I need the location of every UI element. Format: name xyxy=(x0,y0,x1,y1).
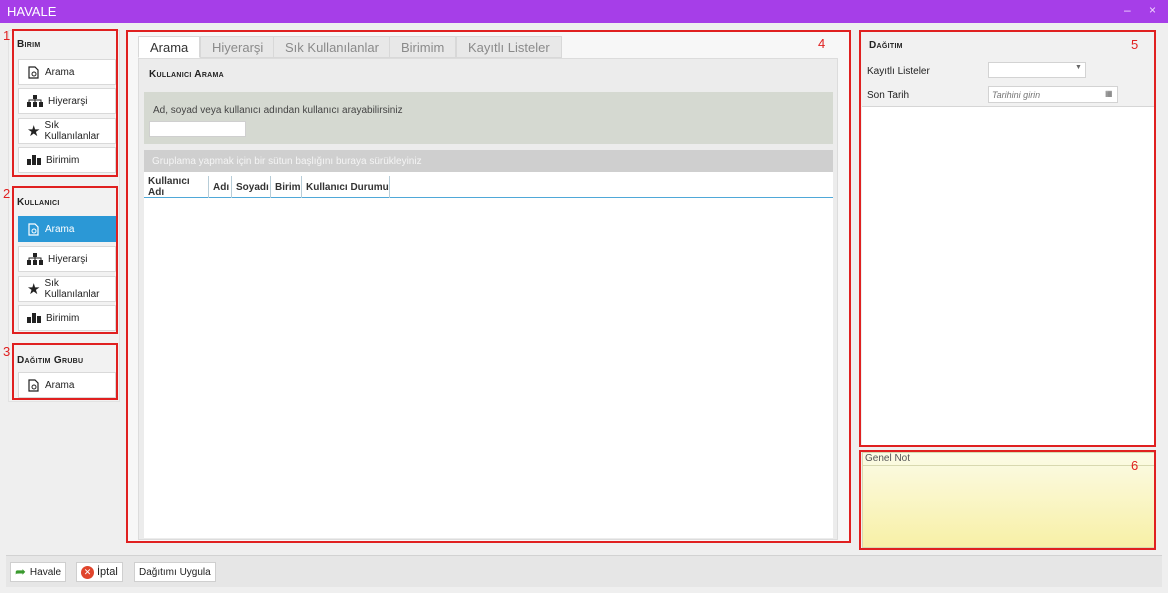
birim-hiyerarsi-label: Hiyerarşi xyxy=(48,95,88,107)
cancel-icon: ✕ xyxy=(81,565,94,579)
kullanici-sik-button[interactable]: ★ Sık Kullanılanlar xyxy=(18,276,116,302)
birim-sik-label: Sık Kullanılanlar xyxy=(44,120,100,142)
annotation-number-5: 5 xyxy=(1131,37,1139,52)
iptal-label: İptal xyxy=(97,566,118,578)
window-title: HAVALE xyxy=(7,4,57,19)
dagitimi-uygula-button[interactable]: Dağıtımı Uygula xyxy=(134,562,216,582)
birim-birimim-label: Birimim xyxy=(46,154,80,166)
dagitimi-uygula-label: Dağıtımı Uygula xyxy=(139,566,211,578)
dagitim-grubu-arama-label: Arama xyxy=(45,379,75,391)
search-input[interactable] xyxy=(149,121,246,137)
tab-hiyerarsi[interactable]: Hiyerarşi xyxy=(200,36,276,58)
birim-heading: Birim xyxy=(17,39,41,50)
hierarchy-icon xyxy=(27,95,43,107)
kullanici-heading: Kullanıcı xyxy=(17,197,60,208)
grid-body xyxy=(144,172,833,538)
annotation-number-1: 1 xyxy=(3,28,11,43)
column-adi[interactable]: Adı xyxy=(209,176,232,198)
kullanici-birimim-label: Birimim xyxy=(46,312,80,324)
tab-birimim[interactable]: Birimim xyxy=(389,36,457,58)
annotation-box-6 xyxy=(859,450,1156,550)
document-search-icon xyxy=(28,378,39,392)
iptal-button[interactable]: ✕ İptal xyxy=(76,562,123,582)
dagitim-grubu-arama-button[interactable]: Arama xyxy=(18,372,116,398)
kullanici-hiyerarsi-button[interactable]: Hiyerarşi xyxy=(18,246,116,272)
kayitli-listeler-select[interactable]: ▼ xyxy=(988,62,1086,78)
kullanici-hiyerarsi-label: Hiyerarşi xyxy=(48,253,88,265)
title-bar: HAVALE – × xyxy=(0,0,1168,23)
birim-sik-button[interactable]: ★ Sık Kullanılanlar xyxy=(18,118,116,144)
column-kullanici-durumu[interactable]: Kullanıcı Durumu xyxy=(302,176,390,198)
kullanici-arama-button[interactable]: Arama xyxy=(18,216,116,242)
annotation-number-2: 2 xyxy=(3,186,11,201)
havale-button[interactable]: ➦ Havale xyxy=(10,562,67,582)
search-panel xyxy=(144,92,833,144)
birim-hiyerarsi-button[interactable]: Hiyerarşi xyxy=(18,88,116,114)
chevron-down-icon: ▼ xyxy=(1075,64,1082,71)
dagitim-grubu-heading: Dağıtım Grubu xyxy=(17,355,84,366)
column-birim[interactable]: Birim xyxy=(271,176,302,198)
calendar-icon[interactable]: ▦ xyxy=(1105,89,1113,98)
tab-kayitli-listeler[interactable]: Kayıtlı Listeler xyxy=(456,36,562,58)
kayitli-listeler-label: Kayıtlı Listeler xyxy=(867,66,930,77)
search-hint: Ad, soyad veya kullanıcı adından kullanı… xyxy=(153,105,403,116)
kullanici-arama-label: Arama xyxy=(45,223,75,235)
tab-arama[interactable]: Arama xyxy=(138,36,201,58)
kullanici-sik-label: Sık Kullanılanlar xyxy=(44,278,100,300)
birim-arama-label: Arama xyxy=(45,66,75,78)
column-soyadi[interactable]: Soyadı xyxy=(232,176,271,198)
son-tarih-label: Son Tarih xyxy=(867,90,910,101)
group-by-hint: Gruplama yapmak için bir sütun başlığını… xyxy=(152,156,422,167)
document-search-icon xyxy=(28,222,39,236)
forward-arrow-icon: ➦ xyxy=(15,564,26,579)
hierarchy-icon xyxy=(27,253,43,265)
document-search-icon xyxy=(28,65,39,79)
annotation-number-3: 3 xyxy=(3,344,11,359)
buildings-icon xyxy=(27,313,41,323)
column-kullanici-adi[interactable]: Kullanıcı Adı xyxy=(144,176,209,198)
star-icon: ★ xyxy=(27,281,41,298)
star-icon: ★ xyxy=(27,123,41,140)
buildings-icon xyxy=(27,155,41,165)
tab-sik-kullanilanlar[interactable]: Sık Kullanılanlar xyxy=(273,36,391,58)
close-button[interactable]: × xyxy=(1149,3,1156,17)
dagitim-heading: Dağıtım xyxy=(869,40,903,51)
annotation-number-6: 6 xyxy=(1131,458,1139,473)
birim-birimim-button[interactable]: Birimim xyxy=(18,147,116,173)
kullanici-arama-heading: Kullanıcı Arama xyxy=(149,69,225,80)
son-tarih-input[interactable] xyxy=(988,86,1118,103)
kullanici-birimim-button[interactable]: Birimim xyxy=(18,305,116,331)
genel-not-label: Genel Not xyxy=(865,453,911,464)
minimize-button[interactable]: – xyxy=(1124,3,1131,17)
annotation-number-4: 4 xyxy=(818,36,826,51)
havale-label: Havale xyxy=(29,566,62,578)
birim-arama-button[interactable]: Arama xyxy=(18,59,116,85)
